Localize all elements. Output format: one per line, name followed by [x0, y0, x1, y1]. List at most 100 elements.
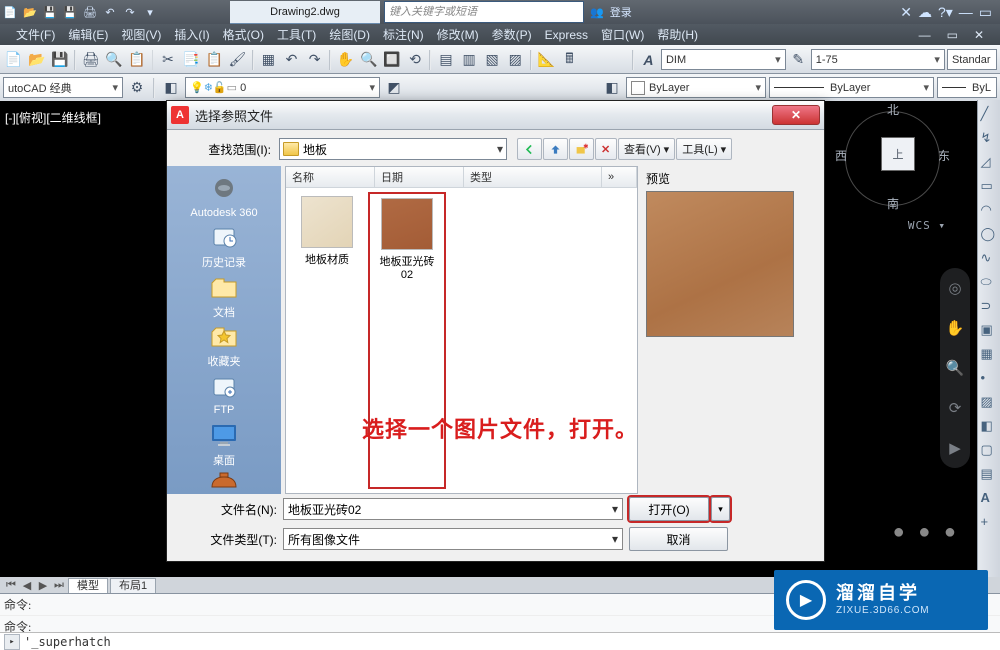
tools-menu-button[interactable]: 工具(L) ▾ — [676, 138, 732, 160]
back-button[interactable] — [517, 138, 542, 160]
place-ftp[interactable]: FTP — [172, 370, 276, 419]
qat-redo-icon[interactable]: ↷ — [121, 3, 139, 21]
place-more[interactable] — [172, 468, 276, 494]
pan-icon[interactable]: ✋ — [335, 49, 356, 71]
menu-insert[interactable]: 插入(I) — [168, 24, 215, 45]
dialog-titlebar[interactable]: A 选择参照文件 ✕ — [167, 101, 824, 130]
wcs-dropdown[interactable]: WCS ▾ — [908, 219, 946, 232]
tab-next-icon[interactable]: ▶ — [36, 579, 50, 592]
file-list[interactable]: 名称 日期 类型 » 地板材质 地板亚光砖02 — [285, 166, 638, 494]
menu-modify[interactable]: 修改(M) — [431, 24, 485, 45]
matchprop-icon[interactable]: 🖌 — [227, 49, 248, 71]
zoomprev-icon[interactable]: ⟲ — [404, 49, 425, 71]
mdi-restore-icon[interactable]: ▭ — [941, 26, 964, 44]
zoomwin-icon[interactable]: 🔲 — [381, 49, 402, 71]
ellipse-icon[interactable]: ⬭ — [981, 274, 998, 291]
color-icon[interactable]: ◧ — [601, 77, 623, 99]
workspace-icon[interactable]: ⚙ — [126, 77, 148, 99]
tab-model[interactable]: 模型 — [68, 578, 108, 594]
place-favorites[interactable]: 收藏夹 — [172, 320, 276, 369]
open-split-button[interactable]: ▾ — [711, 497, 730, 521]
dimstyle-dropdown[interactable]: DIM▾ — [661, 49, 786, 70]
wheel-icon[interactable]: ◎ — [948, 279, 961, 297]
keyword-search-input[interactable]: 键入关键字或短语 — [384, 1, 584, 23]
zoom2-icon[interactable]: 🔍 — [946, 359, 965, 377]
file-item-material[interactable]: 地板材质 — [294, 196, 360, 485]
layermgr-icon[interactable]: ◧ — [160, 77, 182, 99]
measure-icon[interactable]: 📐 — [536, 49, 557, 71]
point-icon[interactable]: • — [981, 370, 998, 387]
compass-east[interactable]: 东 — [938, 147, 950, 164]
circle-icon[interactable]: ◯ — [981, 226, 998, 243]
qat-new-icon[interactable]: 📄 — [1, 3, 19, 21]
layerstate-icon[interactable]: ◩ — [383, 77, 405, 99]
linetype-dropdown[interactable]: ByLayer▾ — [769, 77, 934, 98]
command-input[interactable]: ▸ '_superhatch — [0, 632, 1000, 650]
col-date[interactable]: 日期 — [375, 167, 464, 187]
grad-icon[interactable]: ◧ — [981, 418, 998, 435]
viewcube[interactable]: 上 北 南 东 西 WCS ▾ — [835, 101, 950, 216]
pan2-icon[interactable]: ✋ — [946, 319, 965, 337]
mdi-min-icon[interactable]: — — [913, 26, 937, 44]
dialog-close-button[interactable]: ✕ — [772, 105, 820, 125]
menu-help[interactable]: 帮助(H) — [651, 24, 704, 45]
qat-more-icon[interactable]: ▾ — [141, 3, 159, 21]
earc-icon[interactable]: ⊃ — [981, 298, 998, 315]
text-icon[interactable]: A — [981, 490, 998, 507]
delete-button[interactable]: ✕ — [595, 138, 617, 160]
scale-dropdown[interactable]: 1-75▾ — [811, 49, 945, 70]
save-icon[interactable]: 💾 — [49, 49, 70, 71]
compass-south[interactable]: 南 — [887, 195, 899, 212]
qat-save-icon[interactable]: 💾 — [41, 3, 59, 21]
calc-icon[interactable]: 🖩 — [559, 49, 580, 71]
menu-edit[interactable]: 编辑(E) — [62, 24, 114, 45]
angle-icon[interactable]: ◿ — [981, 154, 998, 171]
copy-icon[interactable]: 📑 — [181, 49, 202, 71]
mdi-close-icon[interactable]: ✕ — [968, 26, 990, 44]
textstyle-icon[interactable]: A — [638, 49, 659, 71]
place-desktop[interactable]: 桌面 — [172, 419, 276, 468]
help2-icon[interactable]: + — [981, 514, 998, 531]
preview-icon[interactable]: 🔍 — [103, 49, 124, 71]
menu-view[interactable]: 视图(V) — [115, 24, 167, 45]
undo2-icon[interactable]: ↶ — [281, 49, 302, 71]
newfolder-button[interactable]: ✱ — [569, 138, 594, 160]
arc-icon[interactable]: ◠ — [981, 202, 998, 219]
paste-icon[interactable]: 📋 — [204, 49, 225, 71]
viewport-label[interactable]: [-][俯视][二维线框] — [5, 109, 101, 126]
qat-saveas-icon[interactable]: 💾 — [61, 3, 79, 21]
open-icon[interactable]: 📂 — [26, 49, 47, 71]
tool1-icon[interactable]: ▧ — [482, 49, 503, 71]
tablestyle-dropdown[interactable]: Standar — [947, 49, 997, 70]
sheet-icon[interactable]: ▥ — [459, 49, 480, 71]
tab-prev-icon[interactable]: ◀ — [20, 579, 34, 592]
menu-express[interactable]: Express — [539, 26, 594, 44]
cancel-button[interactable]: 取消 — [629, 527, 728, 551]
workspace-dropdown[interactable]: utoCAD 经典▾ — [3, 77, 123, 98]
line-icon[interactable]: ╱ — [981, 106, 998, 123]
menu-param[interactable]: 参数(P) — [486, 24, 538, 45]
menu-dimension[interactable]: 标注(N) — [377, 24, 430, 45]
redo2-icon[interactable]: ↷ — [304, 49, 325, 71]
login-link[interactable]: 登录 — [610, 4, 632, 20]
user-icon[interactable]: 👥 — [590, 6, 604, 19]
place-history[interactable]: 历史记录 — [172, 221, 276, 270]
zoom-icon[interactable]: 🔍 — [358, 49, 379, 71]
lookin-dropdown[interactable]: 地板 ▾ — [279, 138, 507, 160]
show-icon[interactable]: ▶ — [949, 439, 961, 457]
exchange-icon[interactable]: ✕ — [900, 4, 912, 21]
insert-icon[interactable]: ▣ — [981, 322, 998, 339]
help-icon[interactable]: ?▾ — [938, 4, 953, 21]
open-button[interactable]: 打开(O) — [629, 497, 709, 521]
layer-dropdown[interactable]: 💡❄🔓▭ 0▾ — [185, 77, 380, 98]
new-icon[interactable]: 📄 — [3, 49, 24, 71]
qat-undo-icon[interactable]: ↶ — [101, 3, 119, 21]
up-button[interactable] — [543, 138, 568, 160]
color-dropdown[interactable]: ByLayer▾ — [626, 77, 766, 98]
orbit-icon[interactable]: ⟳ — [949, 399, 962, 417]
min-icon[interactable]: — — [959, 4, 973, 21]
compass-west[interactable]: 西 — [835, 147, 847, 164]
place-autodesk360[interactable]: Autodesk 360 — [172, 172, 276, 221]
tab-first-icon[interactable]: ⏮ — [4, 579, 18, 592]
lineweight-dropdown[interactable]: ByL — [937, 77, 997, 98]
